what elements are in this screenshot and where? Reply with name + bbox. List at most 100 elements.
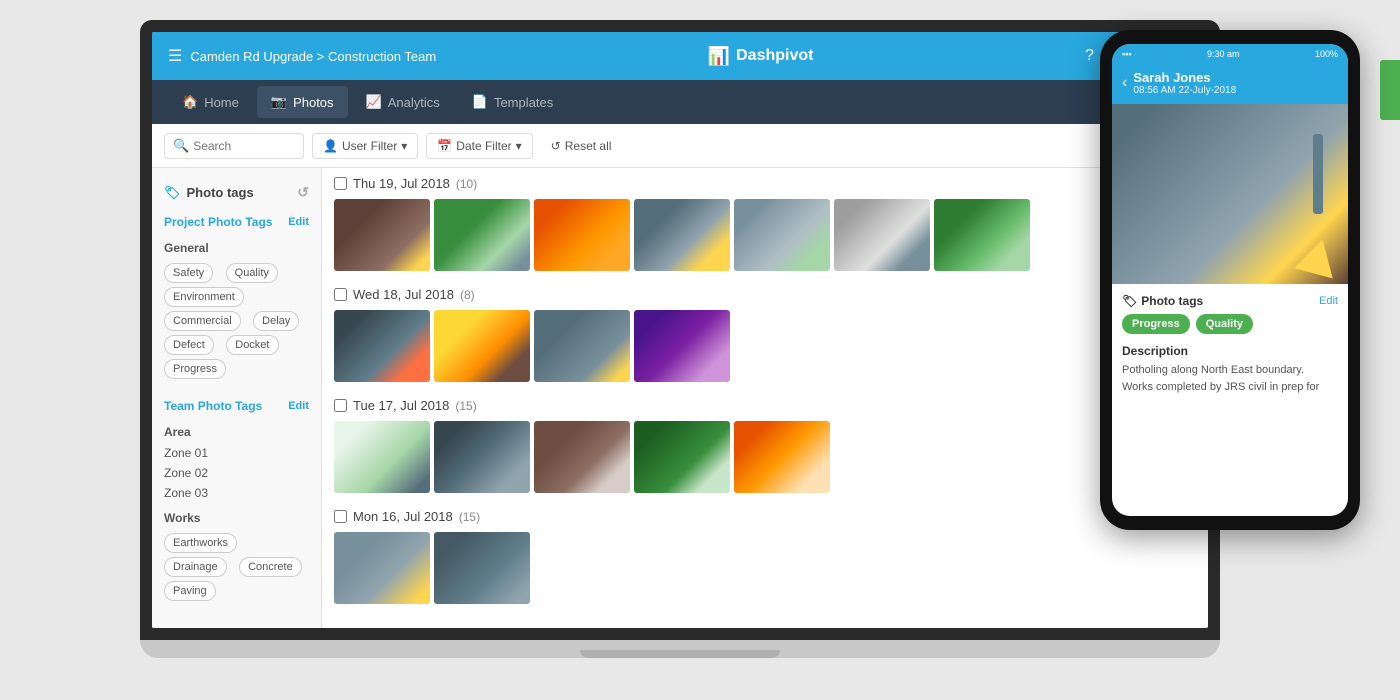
date-header-jul19: Thu 19, Jul 2018 (10) [334,176,1196,191]
search-box[interactable]: 🔍 [164,133,304,159]
photo-thumb[interactable] [534,199,630,271]
nav-item-home[interactable]: 🏠 Home [168,86,253,118]
zone-02[interactable]: Zone 02 [152,463,321,483]
reset-button[interactable]: ↺ Reset all [541,134,622,158]
date-checkbox-jul18[interactable] [334,288,347,301]
user-filter-button[interactable]: 👤 User Filter ▾ [312,133,418,159]
photo-count-jul19: (10) [456,177,477,191]
date-checkbox-jul17[interactable] [334,399,347,412]
tag-drainage[interactable]: Drainage [164,557,227,577]
team-tags-label: Team Photo Tags [164,399,262,413]
nav-item-templates[interactable]: 📄 Templates [458,86,567,118]
date-filter-button[interactable]: 📅 Date Filter ▾ [426,133,532,159]
phone-bezel: ▪▪▪ 9:30 am 100% ‹ Sarah Jones 08:56 AM … [1100,30,1360,530]
photo-thumb[interactable] [634,310,730,382]
works-group-label: Works [152,503,321,529]
file-icon: 📄 [472,94,488,110]
photo-count-jul18: (8) [460,288,475,302]
phone-description-text: Potholing along North East boundary. Wor… [1122,362,1338,395]
photo-count-jul17: (15) [455,399,476,413]
phone-tags-edit[interactable]: Edit [1319,295,1338,307]
date-label-jul19: Thu 19, Jul 2018 [353,176,450,191]
tag-docket[interactable]: Docket [226,335,278,355]
phone-user-time: 08:56 AM 22-July-2018 [1133,85,1236,96]
photos-area: Thu 19, Jul 2018 (10) [322,168,1208,628]
phone-pill-progress[interactable]: Progress [1122,314,1190,334]
phone-container: ▪▪▪ 9:30 am 100% ‹ Sarah Jones 08:56 AM … [1100,30,1360,510]
zone-03[interactable]: Zone 03 [152,483,321,503]
reset-icon: ↺ [551,139,561,153]
hamburger-icon[interactable]: ☰ [168,46,182,66]
tag-defect[interactable]: Defect [164,335,214,355]
photo-thumb[interactable] [434,199,530,271]
sidebar-header: 🏷 Photo tags ↺ [152,178,321,207]
search-icon: 🔍 [173,138,189,154]
tag-delay[interactable]: Delay [253,311,299,331]
photo-thumb[interactable] [534,310,630,382]
back-button[interactable]: ‹ [1122,74,1127,92]
laptop-bezel: ☰ Camden Rd Upgrade > Construction Team … [140,20,1220,640]
photo-thumb[interactable] [434,310,530,382]
photo-thumb[interactable] [634,199,730,271]
app-title: Dashpivot [736,47,813,65]
photo-thumb[interactable] [534,421,630,493]
nav-item-analytics[interactable]: 📈 Analytics [352,86,454,118]
photo-thumb[interactable] [734,199,830,271]
tag-icon: 🏷 [164,185,181,201]
photo-thumb[interactable] [334,532,430,604]
photo-thumb[interactable] [334,199,430,271]
date-checkbox-jul16[interactable] [334,510,347,523]
tag-concrete[interactable]: Concrete [239,557,302,577]
laptop-container: ☰ Camden Rd Upgrade > Construction Team … [140,20,1220,680]
sidebar-title: Photo tags [187,185,254,200]
date-checkbox-jul19[interactable] [334,177,347,190]
photo-thumb[interactable] [634,421,730,493]
date-label-jul16: Mon 16, Jul 2018 [353,509,453,524]
phone-screen: ▪▪▪ 9:30 am 100% ‹ Sarah Jones 08:56 AM … [1112,44,1348,516]
tag-quality[interactable]: Quality [226,263,278,283]
reset-label: Reset all [565,139,612,153]
chevron-down-icon: ▾ [401,139,407,153]
bar-chart-icon: 📊 [708,46,730,67]
home-icon: 🏠 [182,94,198,110]
nav-bar: 🏠 Home 📷 Photos 📈 Analytics 📄 Templates [152,80,1208,124]
photo-thumb[interactable] [934,199,1030,271]
phone-user-info: Sarah Jones 08:56 AM 22-July-2018 [1133,70,1236,96]
photo-thumb[interactable] [334,310,430,382]
photos-grid-jul17 [334,421,1196,493]
tag-earthworks[interactable]: Earthworks [164,533,237,553]
photo-section-jul17: Tue 17, Jul 2018 (15) [322,390,1208,501]
photos-grid-jul18 [334,310,1196,382]
project-tags-edit[interactable]: Edit [288,216,309,228]
breadcrumb-area: ☰ Camden Rd Upgrade > Construction Team [168,46,436,66]
tag-environment[interactable]: Environment [164,287,244,307]
photo-section-jul18: Wed 18, Jul 2018 (8) [322,279,1208,390]
user-icon: 👤 [323,139,338,153]
nav-label-analytics: Analytics [388,95,440,110]
photo-thumb[interactable] [734,421,830,493]
help-icon[interactable]: ? [1085,47,1094,65]
zone-01[interactable]: Zone 01 [152,443,321,463]
nav-label-photos: Photos [293,95,333,110]
photo-thumb[interactable] [834,199,930,271]
photo-count-jul16: (15) [459,510,480,524]
sidebar: 🏷 Photo tags ↺ Project Photo Tags Edit G… [152,168,322,628]
photos-grid-jul16 [334,532,1196,604]
phone-pill-quality[interactable]: Quality [1196,314,1253,334]
team-tags-edit[interactable]: Edit [288,400,309,412]
photo-thumb[interactable] [334,421,430,493]
tag-progress[interactable]: Progress [164,359,226,379]
phone-tags-title: 🏷 Photo tags [1122,294,1203,308]
nav-label-templates: Templates [494,95,553,110]
tag-safety[interactable]: Safety [164,263,213,283]
nav-item-photos[interactable]: 📷 Photos [257,86,348,118]
photo-thumb[interactable] [434,421,530,493]
photo-thumb[interactable] [434,532,530,604]
tag-paving[interactable]: Paving [164,581,216,601]
phone-photo[interactable] [1112,104,1348,284]
tag-commercial[interactable]: Commercial [164,311,241,331]
area-group-label: Area [152,417,321,443]
team-tags-section: Team Photo Tags Edit [152,391,321,417]
sidebar-reset-icon[interactable]: ↺ [297,184,309,201]
search-input[interactable] [193,139,293,153]
